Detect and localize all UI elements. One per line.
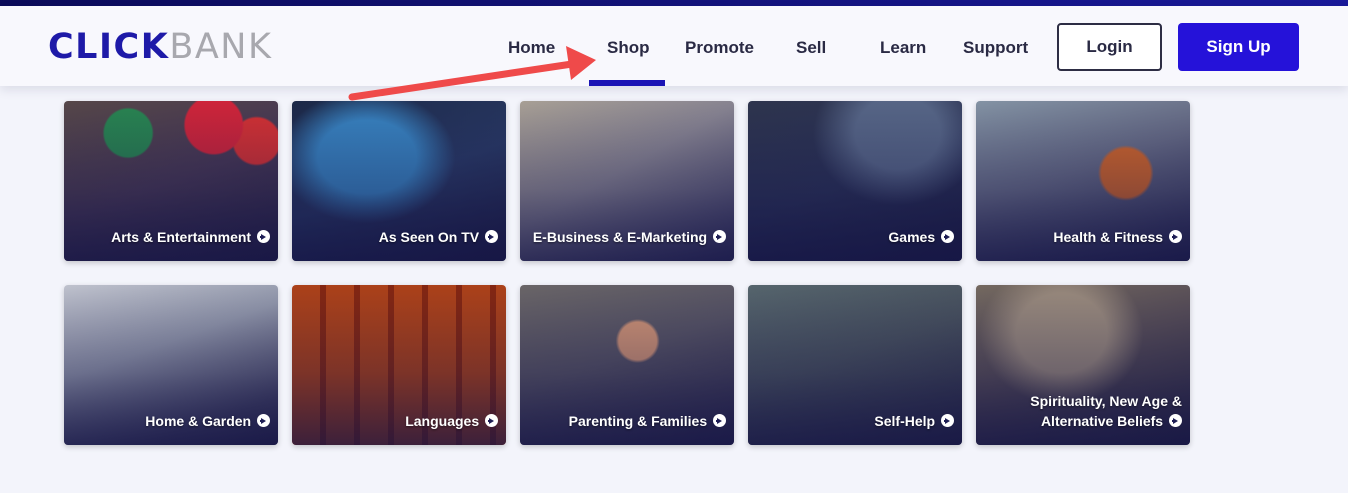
category-label: As Seen On TV [378,229,480,245]
login-button[interactable]: Login [1057,23,1162,71]
category-tile-self-help[interactable]: Self-Help [748,285,962,445]
logo-text-click: CLICK [48,27,170,67]
category-label: Parenting & Families [568,413,708,429]
arrow-right-circle-icon [941,230,954,243]
category-tile-games[interactable]: Games [748,101,962,261]
category-label: Spirituality, New Age & Alternative Beli… [1030,393,1182,429]
arrow-right-circle-icon [485,230,498,243]
category-tile-parenting-families[interactable]: Parenting & Families [520,285,734,445]
category-tile-spirituality[interactable]: Spirituality, New Age & Alternative Beli… [976,285,1190,445]
category-label: Arts & Entertainment [111,229,252,245]
category-tile-health-fitness[interactable]: Health & Fitness [976,101,1190,261]
category-tile-languages[interactable]: Languages [292,285,506,445]
arrow-right-circle-icon [1169,230,1182,243]
nav-support[interactable]: Support [963,37,1028,59]
category-tile-arts-entertainment[interactable]: Arts & Entertainment [64,101,278,261]
arrow-right-circle-icon [485,414,498,427]
site-header: CLICKBANK Home Shop Promote Sell Learn S… [0,6,1348,86]
arrow-right-circle-icon [257,414,270,427]
category-tile-home-garden[interactable]: Home & Garden [64,285,278,445]
logo-text-bank: BANK [169,27,273,67]
category-label: Self-Help [874,413,936,429]
category-tile-e-business[interactable]: E-Business & E-Marketing [520,101,734,261]
clickbank-logo[interactable]: CLICKBANK [48,28,272,66]
nav-learn[interactable]: Learn [880,37,926,59]
category-label: Home & Garden [145,413,252,429]
signup-button[interactable]: Sign Up [1178,23,1299,71]
category-tile-as-seen-on-tv[interactable]: As Seen On TV [292,101,506,261]
category-label: Games [888,229,936,245]
arrow-right-circle-icon [257,230,270,243]
nav-sell[interactable]: Sell [796,37,826,59]
arrow-right-circle-icon [713,230,726,243]
arrow-right-circle-icon [713,414,726,427]
nav-shop[interactable]: Shop [607,37,650,59]
category-label: E-Business & E-Marketing [532,229,708,245]
nav-promote[interactable]: Promote [685,37,754,59]
category-label: Health & Fitness [1053,229,1164,245]
category-label: Languages [405,413,480,429]
arrow-right-circle-icon [941,414,954,427]
nav-home[interactable]: Home [508,37,555,59]
nav-active-indicator [589,80,665,86]
arrow-right-circle-icon [1169,414,1182,427]
